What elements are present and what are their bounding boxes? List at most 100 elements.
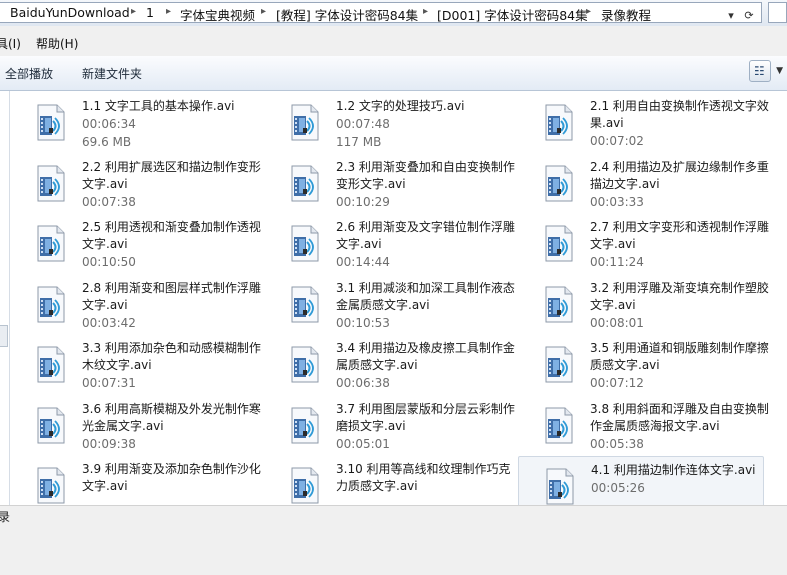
menu-bar: 具(I) 帮助(H): [0, 26, 787, 57]
video-file-icon: [36, 104, 66, 142]
file-item[interactable]: 3.10 利用等高线和纹理制作巧克 力质感文字.avi: [264, 456, 511, 505]
file-item[interactable]: 3.9 利用渐变及添加杂色制作沙化 文字.avi: [10, 456, 261, 505]
crumb-separator-icon[interactable]: ▸: [261, 6, 266, 17]
file-text: 3.9 利用渐变及添加杂色制作沙化 文字.avi: [82, 461, 262, 495]
file-item[interactable]: 4.1 利用描边制作连体文字.avi 00:05:26: [518, 456, 764, 505]
file-item[interactable]: 3.6 利用高斯模糊及外发光制作寒 光金属文字.avi 00:09:38: [10, 396, 261, 454]
file-duration: 00:09:38: [82, 437, 136, 451]
file-text: 2.2 利用扩展选区和描边制作变形 文字.avi 00:07:38: [82, 159, 262, 211]
crumb-separator-icon[interactable]: ▸: [131, 6, 136, 17]
file-name: 文字.avi: [590, 298, 636, 312]
file-name: 3.10 利用等高线和纹理制作巧克: [336, 462, 511, 476]
video-file-icon: [36, 165, 66, 203]
video-file-icon: [544, 407, 574, 445]
file-name: 3.6 利用高斯模糊及外发光制作寒: [82, 402, 261, 416]
file-item[interactable]: 2.2 利用扩展选区和描边制作变形 文字.avi 00:07:38: [10, 154, 261, 212]
file-item[interactable]: 3.1 利用减淡和加深工具制作液态 金属质感文字.avi 00:10:53: [264, 275, 515, 333]
file-name: 属质感文字.avi: [336, 358, 418, 372]
address-dropdown-icon[interactable]: ▾: [723, 8, 739, 24]
file-text: 3.10 利用等高线和纹理制作巧克 力质感文字.avi: [336, 461, 516, 495]
file-text: 2.4 利用描边及扩展边缘制作多重 描边文字.avi 00:03:33: [590, 159, 770, 211]
file-item[interactable]: 2.7 利用文字变形和透视制作浮雕 文字.avi 00:11:24: [518, 214, 769, 272]
file-duration: 00:11:24: [590, 255, 644, 269]
file-size: 69.6 MB: [82, 135, 132, 149]
crumb-separator-icon[interactable]: ▸: [423, 6, 428, 17]
file-text: 3.3 利用添加杂色和动感模糊制作 木纹文字.avi 00:07:31: [82, 340, 262, 392]
file-duration: 00:06:34: [82, 117, 136, 131]
file-name: 磨损文字.avi: [336, 419, 406, 433]
file-duration: 00:03:42: [82, 316, 136, 330]
crumb-separator-icon[interactable]: ▸: [166, 6, 171, 17]
nav-pane-scroll-handle[interactable]: [0, 325, 8, 347]
file-name: 2.4 利用描边及扩展边缘制作多重: [590, 160, 769, 174]
file-item[interactable]: 2.4 利用描边及扩展边缘制作多重 描边文字.avi 00:03:33: [518, 154, 769, 212]
change-view-button[interactable]: ☷: [749, 60, 771, 82]
file-name: 金属质感文字.avi: [336, 298, 430, 312]
file-item[interactable]: 3.8 利用斜面和浮雕及自由变换制 作金属质感海报文字.avi 00:05:38: [518, 396, 769, 454]
crumb-baiduyundownload[interactable]: BaiduYunDownload: [10, 5, 130, 20]
file-item[interactable]: 2.8 利用渐变和图层样式制作浮雕 文字.avi 00:03:42: [10, 275, 261, 333]
file-text: 3.4 利用描边及橡皮擦工具制作金 属质感文字.avi 00:06:38: [336, 340, 516, 392]
file-duration: 00:07:48: [336, 117, 390, 131]
video-file-icon: [36, 286, 66, 324]
file-list: 1.1 文字工具的基本操作.avi 00:06:34 69.6 MB 1.2 文字的…: [10, 91, 787, 505]
navigation-pane[interactable]: [0, 91, 10, 505]
search-input[interactable]: [768, 2, 787, 23]
video-file-icon: [290, 346, 320, 384]
crumb-recordings[interactable]: 录像教程: [601, 5, 651, 24]
file-text: 2.1 利用自由变换制作透视文字效 果.avi 00:07:02: [590, 98, 770, 150]
crumb-d001[interactable]: [D001] 字体设计密码84集: [437, 5, 588, 24]
file-item[interactable]: 2.3 利用渐变叠加和自由变换制作 变形文字.avi 00:10:29: [264, 154, 515, 212]
file-name: 质感文字.avi: [590, 358, 660, 372]
file-duration: 00:07:12: [590, 376, 644, 390]
file-duration: 00:05:01: [336, 437, 390, 451]
video-file-icon: [544, 104, 574, 142]
file-item[interactable]: 3.3 利用添加杂色和动感模糊制作 木纹文字.avi 00:07:31: [10, 335, 261, 393]
new-folder-button[interactable]: 新建文件夹: [82, 65, 142, 82]
menu-help[interactable]: 帮助(H): [36, 35, 78, 52]
file-item[interactable]: 3.5 利用通道和铜版雕刻制作摩擦 质感文字.avi 00:07:12: [518, 335, 769, 393]
file-duration: 00:10:29: [336, 195, 390, 209]
crumb-font-video[interactable]: 字体宝典视频: [180, 5, 255, 24]
video-file-icon: [545, 468, 575, 505]
file-item[interactable]: 1.1 文字工具的基本操作.avi 00:06:34 69.6 MB: [10, 93, 256, 151]
file-name: 2.7 利用文字变形和透视制作浮雕: [590, 220, 769, 234]
file-text: 1.1 文字工具的基本操作.avi 00:06:34 69.6 MB: [82, 98, 262, 151]
menu-tools[interactable]: 具(I): [0, 35, 21, 52]
refresh-icon[interactable]: ⟳: [741, 8, 757, 24]
file-name: 3.7 利用图层蒙版和分层云彩制作: [336, 402, 515, 416]
file-item[interactable]: 2.1 利用自由变换制作透视文字效 果.avi 00:07:02: [518, 93, 769, 151]
video-file-icon: [290, 286, 320, 324]
file-text: 2.6 利用渐变及文字错位制作浮雕 文字.avi 00:14:44: [336, 219, 516, 271]
file-duration: 00:07:38: [82, 195, 136, 209]
video-file-icon: [290, 467, 320, 505]
view-dropdown-icon[interactable]: ▼: [776, 66, 783, 76]
breadcrumb[interactable]: BaiduYunDownload ▸ 1 ▸ 字体宝典视频 ▸ [教程] 字体设…: [0, 2, 762, 23]
file-item[interactable]: 3.7 利用图层蒙版和分层云彩制作 磨损文字.avi 00:05:01: [264, 396, 515, 454]
file-text: 3.2 利用浮雕及渐变填充制作塑胶 文字.avi 00:08:01: [590, 280, 770, 332]
file-name: 文字.avi: [336, 237, 382, 251]
play-all-button[interactable]: 全部播放: [5, 65, 53, 82]
file-item[interactable]: 1.2 文字的处理技巧.avi 00:07:48 117 MB: [264, 93, 510, 151]
details-pane: 录: [0, 505, 787, 575]
file-name: 2.5 利用透视和渐变叠加制作透视: [82, 220, 261, 234]
file-name: 3.5 利用通道和铜版雕刻制作摩擦: [590, 341, 769, 355]
crumb-1[interactable]: 1: [146, 5, 154, 20]
crumb-separator-icon[interactable]: ▸: [586, 6, 591, 17]
video-file-icon: [544, 286, 574, 324]
file-size: 117 MB: [336, 135, 382, 149]
file-name: 3.3 利用添加杂色和动感模糊制作: [82, 341, 261, 355]
file-name: 3.2 利用浮雕及渐变填充制作塑胶: [590, 281, 769, 295]
file-item[interactable]: 3.2 利用浮雕及渐变填充制作塑胶 文字.avi 00:08:01: [518, 275, 769, 333]
file-item[interactable]: 3.4 利用描边及橡皮擦工具制作金 属质感文字.avi 00:06:38: [264, 335, 515, 393]
file-name: 2.6 利用渐变及文字错位制作浮雕: [336, 220, 515, 234]
file-text: 3.1 利用减淡和加深工具制作液态 金属质感文字.avi 00:10:53: [336, 280, 516, 332]
crumb-tutorial[interactable]: [教程] 字体设计密码84集: [276, 5, 418, 24]
file-name: 3.9 利用渐变及添加杂色制作沙化: [82, 462, 261, 476]
command-bar: 全部播放 新建文件夹 ☷ ▼: [0, 56, 787, 91]
file-duration: 00:03:33: [590, 195, 644, 209]
file-name: 文字.avi: [590, 237, 636, 251]
file-item[interactable]: 2.5 利用透视和渐变叠加制作透视 文字.avi 00:10:50: [10, 214, 261, 272]
file-name: 文字.avi: [82, 298, 128, 312]
file-item[interactable]: 2.6 利用渐变及文字错位制作浮雕 文字.avi 00:14:44: [264, 214, 515, 272]
